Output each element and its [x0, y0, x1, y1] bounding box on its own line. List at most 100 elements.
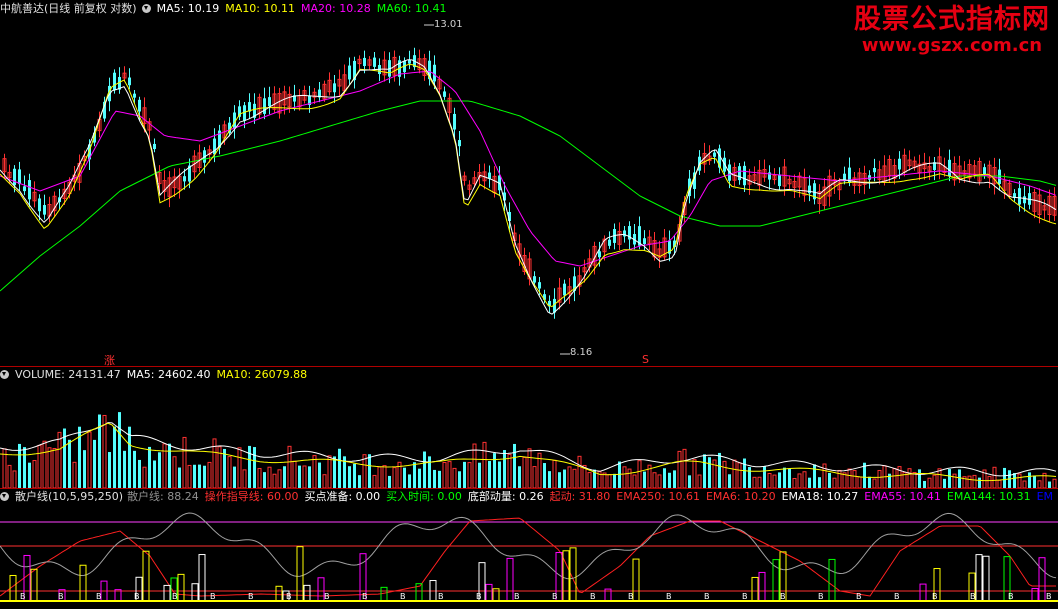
- volume-bar-up: [632, 474, 637, 488]
- buy-marker: B: [20, 592, 26, 601]
- guide-line-value: 操作指导线: 60.00: [204, 490, 299, 503]
- volume-bar-up: [442, 461, 447, 488]
- buy-marker: B: [1046, 592, 1052, 601]
- volume-bar-down: [333, 456, 336, 488]
- volume-bar-down: [783, 467, 786, 488]
- volume-bar-down: [543, 463, 546, 488]
- volume-bar-up: [1052, 478, 1057, 488]
- buy-marker: B: [628, 592, 634, 601]
- buy-marker: B: [552, 592, 558, 601]
- volume-bar-up: [12, 470, 17, 488]
- volume-bar-up: [72, 461, 77, 488]
- volume-bar-up: [312, 455, 317, 488]
- volume-bar-down: [503, 450, 506, 488]
- volume-bar-up: [377, 466, 382, 488]
- chevron-down-icon[interactable]: [0, 370, 9, 379]
- volume-bar-down: [743, 458, 746, 488]
- candle-down: [488, 172, 491, 179]
- volume-bar-up: [907, 468, 912, 488]
- buy-marker: B: [932, 592, 938, 601]
- volume-bar-up: [607, 474, 612, 488]
- volume-bar-down: [918, 469, 921, 488]
- volume-bar-up: [972, 474, 977, 488]
- candle-down: [898, 158, 901, 170]
- signal-spike: [485, 583, 493, 602]
- volume-bar-up: [622, 466, 627, 488]
- volume-bar-up: [852, 470, 857, 488]
- volume-bar-up: [302, 465, 307, 488]
- volume-bar-up: [802, 471, 807, 488]
- volume-bar-down: [193, 464, 196, 488]
- buy-marker: B: [400, 592, 406, 601]
- volume-bar-down: [548, 471, 551, 488]
- candle-down: [453, 113, 456, 130]
- buy-marker: B: [210, 592, 216, 601]
- volume-bar-up: [1017, 473, 1022, 488]
- signal-spike: [1038, 557, 1046, 602]
- vol-ma5-value: MA5: 24602.40: [126, 368, 211, 381]
- volume-bar-up: [927, 477, 932, 488]
- volume-bar-down: [253, 447, 256, 488]
- volume-bar-down: [673, 470, 676, 488]
- volume-bar-down: [763, 466, 766, 488]
- signal-spike: [758, 571, 766, 602]
- sell-marker: S: [642, 353, 649, 366]
- volume-bar-down: [493, 453, 496, 488]
- stock-title[interactable]: 中航善达(日线 前复权 对数): [0, 2, 137, 15]
- candle-down: [138, 99, 141, 112]
- volume-bar-up: [37, 444, 42, 488]
- volume-bar-down: [68, 439, 71, 488]
- volume-bar-up: [272, 473, 277, 488]
- guide-line: [0, 517, 1056, 597]
- volume-bar-down: [808, 477, 811, 488]
- ma20-value: MA20: 10.28: [301, 2, 371, 15]
- candle-down: [738, 166, 741, 181]
- volume-bar-up: [392, 467, 397, 488]
- chevron-down-icon[interactable]: [0, 492, 9, 501]
- volume-bar-up: [992, 466, 997, 488]
- volume-bar-down: [388, 475, 391, 488]
- candle-down: [23, 186, 26, 192]
- volume-bar-up: [847, 468, 852, 488]
- volume-bar-up: [467, 462, 472, 488]
- candle-down: [28, 180, 31, 200]
- volume-bar-up: [752, 476, 757, 488]
- volume-bar-up: [322, 474, 327, 488]
- signal-spike: [198, 554, 206, 602]
- volume-bar-up: [987, 475, 992, 488]
- candle-down: [363, 57, 366, 67]
- buy-marker: B: [970, 592, 976, 601]
- buy-marker: B: [590, 592, 596, 601]
- volume-bar-up: [7, 464, 12, 488]
- buy-marker: B: [514, 592, 520, 601]
- indicator-name: 散户线(10,5,95,250): [15, 490, 124, 503]
- volume-bar-down: [433, 469, 436, 488]
- candle-down: [873, 167, 876, 173]
- volume-bar-down: [868, 476, 871, 488]
- signal-spike: [79, 564, 87, 602]
- volume-bar-up: [242, 469, 247, 488]
- candlestick-chart[interactable]: [0, 16, 1058, 366]
- volume-bar-down: [703, 454, 706, 488]
- volume-chart[interactable]: [0, 383, 1058, 488]
- volume-bar-up: [227, 456, 232, 488]
- signal-spike: [828, 558, 836, 602]
- volume-bar-up: [1037, 480, 1042, 488]
- candle-down: [623, 230, 626, 237]
- volume-bar-down: [123, 450, 126, 488]
- volume-bar-up: [372, 474, 377, 488]
- volume-bar-down: [1003, 467, 1006, 488]
- retail-line-value: 散户线: 88.24: [127, 490, 199, 503]
- bottom-momentum-value: 底部动量: 0.26: [467, 490, 544, 503]
- volume-bar-up: [552, 459, 557, 488]
- volume-bar-up: [767, 472, 772, 488]
- volume-bar-down: [513, 443, 516, 488]
- indicator-chart[interactable]: BBBBBBBBBBBBBBBBBBBBBBBBBBBB: [0, 506, 1058, 609]
- volume-bar-down: [223, 448, 226, 488]
- volume-bar-up: [952, 473, 957, 488]
- ma5-value: MA5: 10.19: [156, 2, 220, 15]
- volume-bar-down: [158, 452, 161, 488]
- chevron-down-icon[interactable]: [141, 4, 151, 13]
- signal-spike: [975, 554, 983, 602]
- ma60-value: MA60: 10.41: [376, 2, 447, 15]
